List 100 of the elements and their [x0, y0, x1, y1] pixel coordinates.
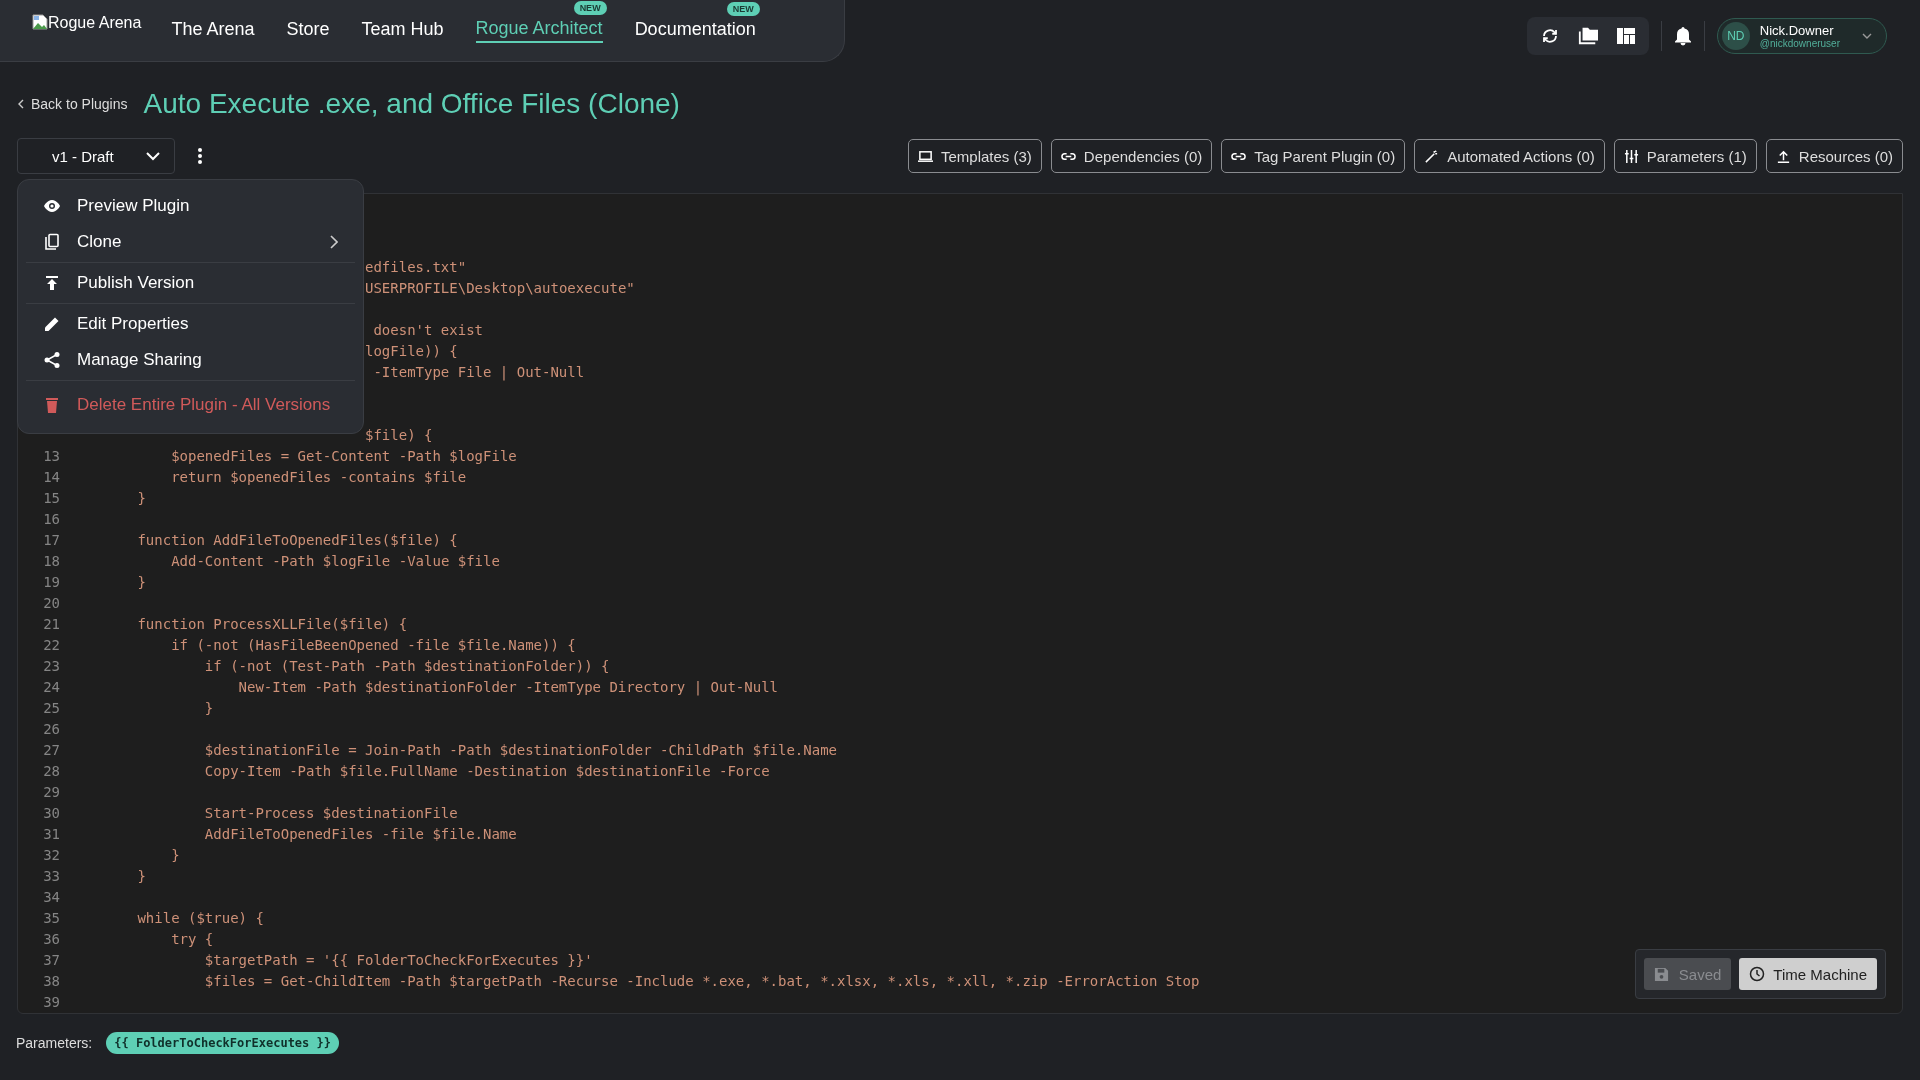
layout-icon[interactable]	[1616, 27, 1635, 45]
code-line: Add-Content -Path $logFile -Value $file	[171, 553, 500, 569]
clock-icon	[1749, 966, 1766, 982]
line-number: 31	[43, 826, 60, 842]
chevron-right-icon	[330, 235, 338, 249]
line-number: 19	[43, 574, 60, 590]
toolbar-button[interactable]: Templates (3)	[908, 139, 1042, 173]
code-line: }	[204, 700, 214, 716]
line-number: 17	[43, 532, 60, 548]
sliders-icon	[1623, 148, 1639, 164]
nav-link[interactable]: Store	[286, 19, 330, 42]
broken-image-icon	[32, 13, 48, 30]
line-number: 26	[43, 721, 60, 737]
more-options-icon[interactable]	[197, 147, 203, 165]
menu-item[interactable]: Publish Version	[26, 265, 355, 301]
code-line: -ItemType File | Out-Null	[373, 364, 585, 380]
line-number: 13	[43, 448, 60, 464]
nav-link[interactable]: Rogue Architect	[475, 18, 603, 43]
code-line: while ($true) {	[137, 910, 264, 926]
toolbar-button[interactable]: Tag Parent Plugin (0)	[1221, 139, 1406, 173]
new-badge: NEW	[573, 1, 607, 15]
code-line: }	[137, 490, 146, 506]
code-line: $file) {	[365, 427, 433, 443]
share-icon	[43, 351, 61, 369]
folders-icon[interactable]	[1576, 26, 1599, 46]
time-machine-button[interactable]: Time Machine	[1739, 958, 1877, 990]
chevron-down-icon	[146, 151, 160, 161]
line-number: 30	[43, 805, 60, 821]
toolbar-button[interactable]: Automated Actions (0)	[1414, 139, 1605, 173]
code-line: AddFileToOpenedFiles -file $file.Name	[204, 826, 517, 842]
page-title: Auto Execute .exe, and Office Files (Clone)	[143, 88, 680, 120]
menu-item[interactable]: Manage Sharing	[26, 342, 355, 378]
parameters-label: Parameters:	[16, 1035, 93, 1051]
nav-link[interactable]: Documentation	[634, 19, 756, 42]
pencil-icon	[43, 315, 61, 333]
parameter-tag[interactable]: {{ FolderToCheckForExecutes }}	[106, 1032, 339, 1054]
line-number: 25	[43, 700, 60, 716]
code-line: USERPROFILE\Desktop\autoexecute"	[365, 280, 635, 296]
chevron-left-icon	[17, 99, 25, 109]
nav-link[interactable]: Team Hub	[361, 19, 444, 42]
line-number: 23	[43, 658, 60, 674]
code-line: if (-not (Test-Path -Path $destinationFolder)) {	[204, 658, 610, 674]
eye-icon	[43, 197, 61, 215]
line-number: 36	[43, 931, 60, 947]
version-dropdown[interactable]: v1 - Draft	[17, 138, 175, 174]
code-line: $targetPath = '{{ FolderToCheckForExecutes }}'	[204, 952, 593, 968]
line-number: 33	[43, 868, 60, 884]
line-number: 21	[43, 616, 60, 632]
wand-icon	[1424, 148, 1440, 164]
line-number: 14	[43, 469, 60, 485]
code-line: function AddFileToOpenedFiles($file) {	[137, 532, 458, 548]
trash-icon	[43, 396, 61, 414]
toolbar-button[interactable]: Resources (0)	[1765, 139, 1903, 173]
code-line: New-Item -Path $destinationFolder -ItemType Directory | Out-Null	[238, 679, 778, 695]
code-line: edfiles.txt"	[365, 259, 467, 275]
menu-item[interactable]: Preview Plugin	[26, 188, 355, 224]
menu-item[interactable]: Clone	[26, 224, 355, 260]
code-line: return $openedFiles -contains $file	[171, 469, 467, 485]
code-line: }	[137, 868, 146, 884]
code-line: Copy-Item -Path $file.FullName -Destination $destinationFile -Force	[204, 763, 770, 779]
back-link[interactable]: Back to Plugins	[17, 96, 128, 112]
line-number: 20	[43, 595, 60, 611]
toolbar-button[interactable]: Dependencies (0)	[1050, 139, 1213, 173]
line-number: 39	[43, 994, 60, 1010]
line-number: 22	[43, 637, 60, 653]
line-number: 32	[43, 847, 60, 863]
line-number: 27	[43, 742, 60, 758]
line-number: 37	[43, 952, 60, 968]
nav-link[interactable]: The Arena	[171, 19, 255, 42]
line-number: 15	[43, 490, 60, 506]
line-number: 35	[43, 910, 60, 926]
line-number: 38	[43, 973, 60, 989]
line-number: 28	[43, 763, 60, 779]
logo-text[interactable]: Rogue Arena	[48, 13, 142, 32]
line-number: 24	[43, 679, 60, 695]
upload-icon	[1775, 148, 1791, 164]
toolbar-button[interactable]: Parameters (1)	[1613, 139, 1757, 173]
line-number: 16	[43, 511, 60, 527]
code-line: try {	[171, 931, 214, 947]
code-line: if (-not (HasFileBeenOpened -file $file.Name)) {	[171, 637, 576, 653]
menu-item[interactable]: Edit Properties	[26, 306, 355, 342]
code-line: }	[137, 574, 146, 590]
laptop-icon	[918, 148, 933, 164]
line-number: 34	[43, 889, 60, 905]
refresh-icon[interactable]	[1540, 27, 1559, 45]
code-line: doesn't exist	[373, 322, 483, 338]
code-line: $openedFiles = Get-Content -Path $logFile	[171, 448, 517, 464]
line-number: 29	[43, 784, 60, 800]
code-line: $files = Get-ChildItem -Path $targetPath -Recurse -Include *.exe, *.bat, *.xlsx, *.xls, *.xll, *.zip -ErrorAction Stop	[204, 973, 1200, 989]
code-line: logFile)) {	[365, 343, 458, 359]
code-line: function ProcessXLLFile($file) {	[137, 616, 408, 632]
code-line: Start-Process $destinationFile	[204, 805, 458, 821]
notification-bell-icon[interactable]	[1673, 26, 1692, 46]
code-line: }	[171, 847, 180, 863]
user-menu[interactable]: ND Nick.Downer @nickdowneruser	[1716, 18, 1887, 54]
chevron-down-icon	[1862, 33, 1872, 39]
upload-icon	[43, 274, 61, 292]
line-number: 18	[43, 553, 60, 569]
new-badge: NEW	[726, 2, 760, 16]
code-line: $destinationFile = Join-Path -Path $destinationFolder -ChildPath $file.Name	[204, 742, 837, 758]
